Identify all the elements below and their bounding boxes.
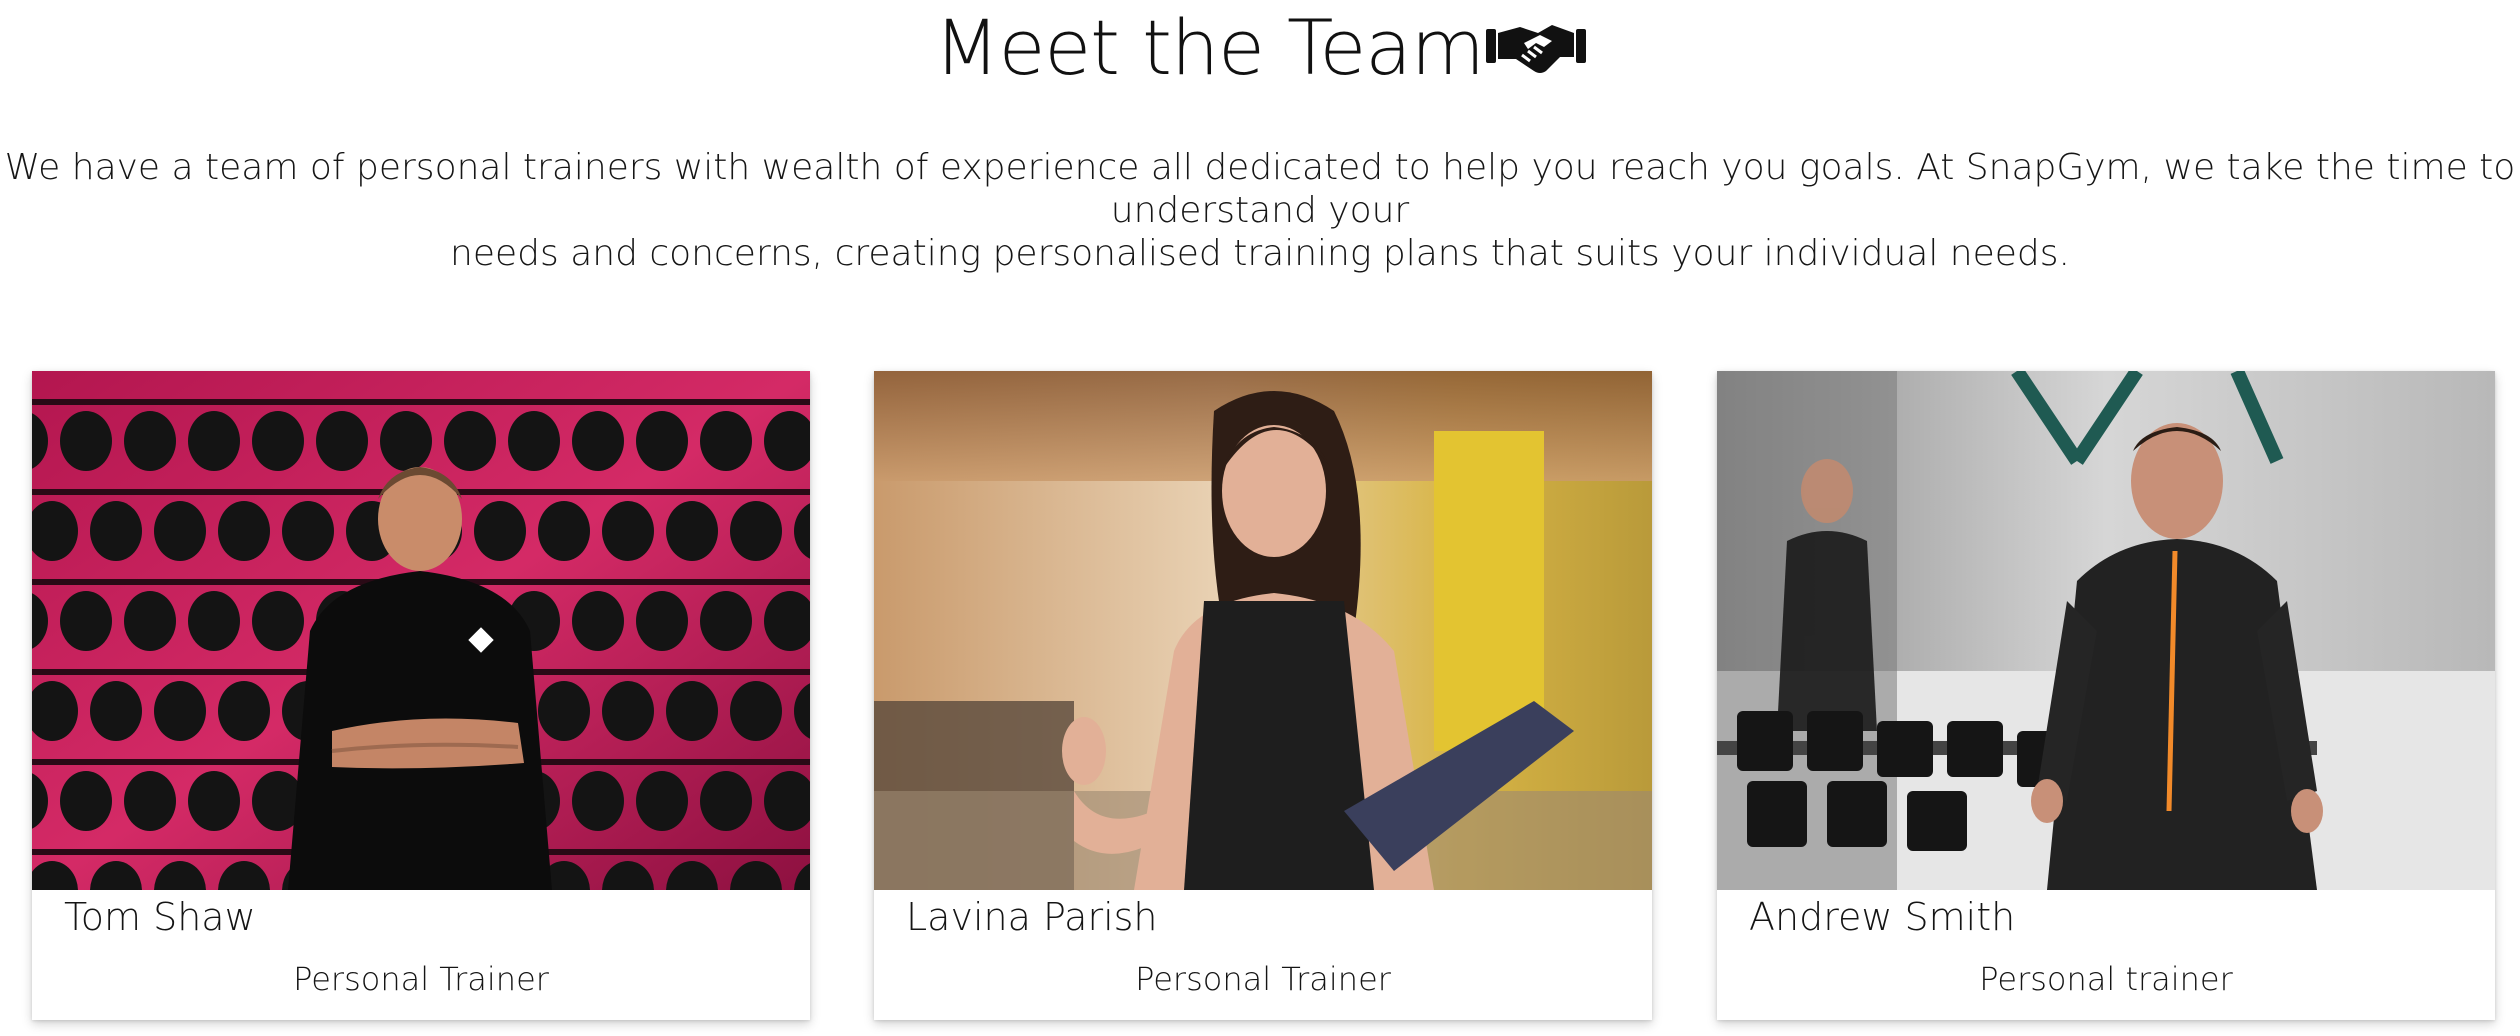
trainer-photo xyxy=(32,371,810,890)
team-card: Andrew Smith Personal trainer xyxy=(1717,371,2495,1020)
handshake-icon xyxy=(1485,13,1586,75)
team-card: Tom Shaw Personal Trainer xyxy=(32,371,810,1020)
trainer-role: Personal Trainer xyxy=(1135,960,1391,998)
team-card: Lavina Parish Personal Trainer xyxy=(874,371,1652,1020)
trainer-role: Personal Trainer xyxy=(293,960,549,998)
page-title: Meet the Team xyxy=(934,10,1586,86)
title-row: Meet the Team xyxy=(0,0,2520,96)
page-title-text: Meet the Team xyxy=(934,3,1485,92)
trainer-name: Lavina Parish xyxy=(906,895,1158,939)
trainer-photo xyxy=(874,371,1652,890)
intro-paragraph: We have a team of personal trainers with… xyxy=(4,147,2516,274)
trainer-role: Personal trainer xyxy=(1979,960,2233,998)
trainer-name: Andrew Smith xyxy=(1749,895,2016,939)
trainer-photo xyxy=(1717,371,2495,890)
trainer-name: Tom Shaw xyxy=(64,895,256,939)
team-section: Meet the Team We have a team of personal… xyxy=(0,0,2520,1036)
